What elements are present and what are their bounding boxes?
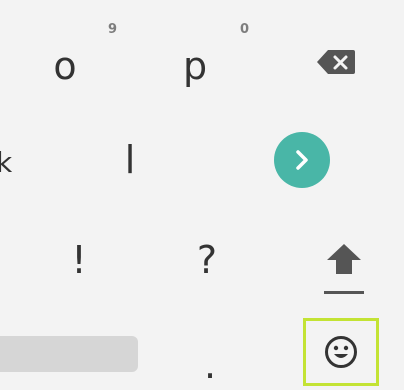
space-bar[interactable] <box>0 336 138 372</box>
backspace-key[interactable] <box>306 42 366 82</box>
shift-underline <box>324 291 364 294</box>
key-o[interactable]: o <box>30 38 100 94</box>
hint-9: 9 <box>108 22 118 37</box>
go-key[interactable] <box>270 132 334 188</box>
key-l[interactable]: l <box>95 132 165 188</box>
shift-key[interactable] <box>314 236 374 282</box>
key-question-label: ? <box>196 238 218 282</box>
hint-0: 0 <box>240 22 250 37</box>
key-p[interactable]: p <box>160 38 230 94</box>
emoji-key[interactable] <box>303 318 379 386</box>
key-p-label: p <box>182 44 208 88</box>
key-question[interactable]: ? <box>172 232 242 288</box>
key-period-label: . <box>203 343 217 387</box>
key-o-label: o <box>53 44 77 88</box>
backspace-icon <box>317 50 355 74</box>
go-arrow-icon <box>274 132 330 188</box>
key-l-label: l <box>124 138 136 182</box>
key-period[interactable]: . <box>180 330 240 386</box>
emoji-icon <box>325 336 357 368</box>
key-exclamation[interactable]: ! <box>44 232 114 288</box>
key-exclamation-label: ! <box>71 238 87 282</box>
partial-key-k[interactable]: k <box>0 146 12 179</box>
shift-icon <box>327 244 361 274</box>
